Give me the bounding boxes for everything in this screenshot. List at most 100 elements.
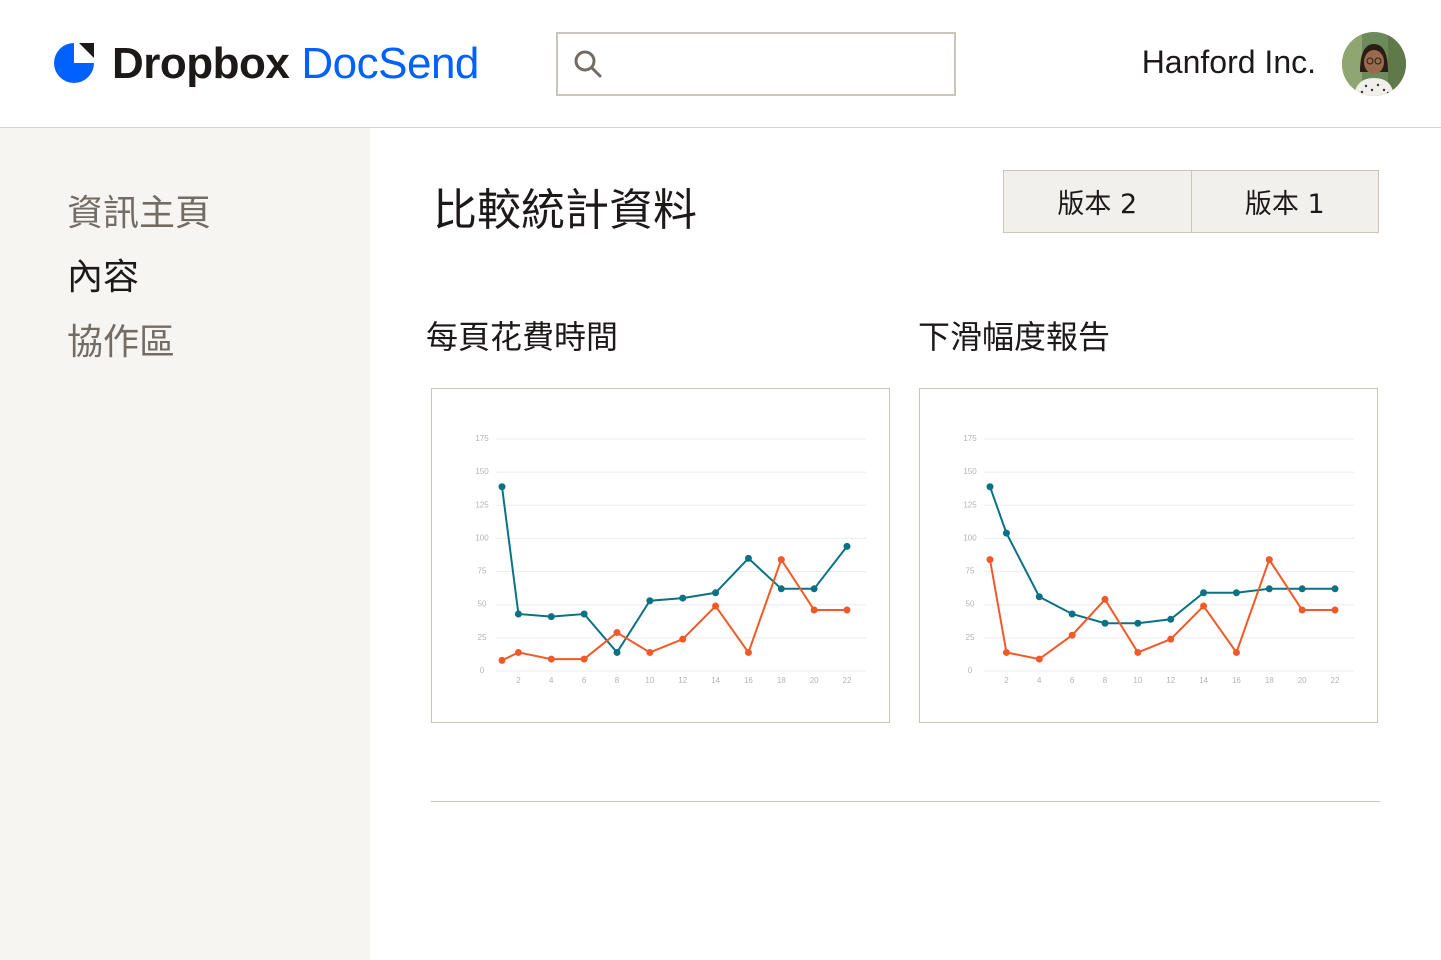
data-point [498,656,506,664]
data-point [646,597,654,605]
data-point [1200,602,1208,610]
series-line-0 [501,486,848,655]
x-tick-label: 4 [1037,676,1042,685]
x-tick-label: 8 [1103,676,1108,685]
x-tick-label: 22 [843,676,852,685]
y-tick-label: 175 [475,434,489,443]
x-tick-label: 10 [645,676,654,685]
sidebar-item-dashboard[interactable]: 資訊主頁 [67,184,211,236]
chart-time-per-page: 0 25 50 75 100 125 150 175 2 4 6 8 10 12 14 16 18 20 22 [431,388,890,723]
version-toggle: 版本 2 版本 1 [1003,170,1379,233]
page-title: 比較統計資料 [433,185,697,236]
series-line-1 [989,557,1335,661]
y-tick-label: 0 [480,666,485,675]
data-point [547,613,555,621]
data-point [580,610,588,618]
x-tick-label: 6 [582,676,587,685]
x-tick-label: 6 [1070,676,1075,685]
x-tick-label: 20 [1298,676,1307,685]
data-point [514,610,522,618]
top-header: Dropbox DocSend Hanford Inc. [0,0,1441,128]
data-point [712,602,720,610]
data-point [498,483,506,491]
sidebar-item-content[interactable]: 內容 [67,248,139,300]
section-divider [431,801,1380,802]
data-point [679,594,687,602]
data-point [613,648,621,656]
data-point [810,606,818,614]
data-point [843,606,851,614]
series-line-1 [501,557,847,662]
chart-title-scroll-depth: 下滑幅度報告 [918,318,1111,356]
y-tick-label: 50 [478,600,487,609]
chart-scroll-depth: 0 25 50 75 100 125 150 175 2 4 6 8 10 12 14 16 18 20 22 [919,388,1378,723]
x-tick-label: 16 [1232,676,1241,685]
chart-title-time-per-page: 每頁花費時間 [426,318,619,356]
data-point [712,589,720,597]
sidebar-item-spaces[interactable]: 協作區 [67,313,175,365]
x-tick-label: 14 [1199,676,1208,685]
data-point [843,542,851,550]
y-tick-label: 150 [963,467,977,476]
data-point [986,556,994,564]
data-point [1167,635,1175,643]
x-tick-label: 20 [810,676,819,685]
data-point [1232,589,1240,597]
version-1-button[interactable]: 版本 1 [1190,171,1379,232]
data-point [1134,648,1142,656]
dropbox-logo-icon[interactable] [52,41,96,85]
data-point [547,655,555,663]
series-line-0 [989,486,1335,625]
data-point [777,585,785,593]
data-point [1200,589,1208,597]
y-tick-label: 25 [478,633,487,642]
x-tick-label: 2 [516,676,521,685]
data-point [1035,593,1043,601]
x-tick-label: 16 [744,676,753,685]
sidebar: 資訊主頁 內容 協作區 [0,128,370,960]
data-point [646,648,654,656]
y-tick-label: 150 [475,467,489,476]
data-point [1298,585,1306,593]
x-tick-label: 12 [1166,676,1175,685]
data-point [1331,585,1339,593]
x-tick-label: 14 [711,676,720,685]
x-tick-label: 4 [549,676,554,685]
data-point [1002,529,1010,537]
data-point [1101,595,1109,603]
user-avatar[interactable] [1342,32,1406,96]
y-tick-label: 75 [478,567,487,576]
data-point [1002,648,1010,656]
x-tick-label: 10 [1133,676,1142,685]
data-point [514,648,522,656]
brand-name[interactable]: Dropbox DocSend [112,36,479,92]
y-tick-label: 100 [475,533,489,542]
data-point [1232,648,1240,656]
x-tick-label: 22 [1331,676,1340,685]
x-tick-label: 8 [615,676,620,685]
y-tick-label: 25 [966,633,975,642]
brand-main-text: Dropbox [112,39,290,88]
data-point [744,554,752,562]
y-tick-label: 125 [475,500,489,509]
y-tick-label: 50 [966,600,975,609]
y-tick-label: 0 [968,666,973,675]
search-icon [574,50,602,78]
company-name: Hanford Inc. [1141,44,1316,80]
y-tick-label: 125 [963,500,977,509]
data-point [613,629,621,637]
search-input[interactable] [614,44,938,86]
search-box[interactable] [556,32,956,96]
data-point [679,635,687,643]
x-tick-label: 2 [1004,676,1009,685]
data-point [1331,606,1339,614]
version-2-button[interactable]: 版本 2 [1004,171,1191,232]
data-point [1265,585,1273,593]
line-chart-time-per-page: 0 25 50 75 100 125 150 175 2 4 6 8 10 12 14 16 18 20 22 [475,434,866,685]
data-point [744,648,752,656]
data-point [1134,619,1142,627]
x-tick-label: 18 [1265,676,1274,685]
data-point [1035,655,1043,663]
data-point [1101,619,1109,627]
y-tick-label: 100 [963,533,977,542]
